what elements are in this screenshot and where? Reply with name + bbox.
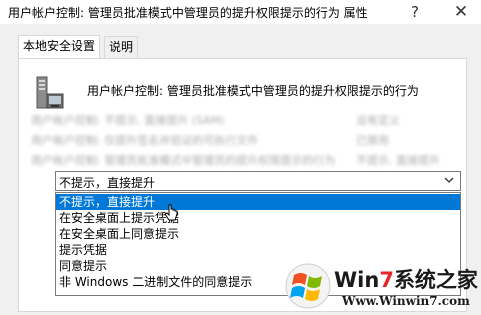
watermark-url: Www.Winwin7.com	[342, 294, 470, 308]
site-watermark: Win7系统之家 Www.Winwin7.com	[284, 262, 481, 315]
window-title: 用户帐户控制: 管理员批准模式中管理员的提升权限提示的行为 属性	[8, 6, 368, 20]
option-prompt-credentials[interactable]: 提示凭据	[56, 242, 460, 258]
option-prompt-credentials-secure-desktop[interactable]: 在安全桌面上提示凭据	[56, 210, 460, 226]
chevron-down-icon[interactable]	[444, 175, 454, 185]
policy-title: 用户帐户控制: 管理员批准模式中管理员的提升权限提示的行为	[87, 84, 419, 98]
title-bar: 用户帐户控制: 管理员批准模式中管理员的提升权限提示的行为 属性 ? ✕	[0, 0, 481, 24]
selected-value: 不提示，直接提升	[59, 176, 156, 190]
properties-dialog: 用户帐户控制: 管理员批准模式中管理员的提升权限提示的行为 属性 ? ✕ 本地安…	[0, 0, 481, 315]
brand-suffix: 系统之家	[393, 268, 478, 292]
behavior-select[interactable]: 不提示，直接提升	[55, 171, 461, 191]
mouse-pointer-icon	[164, 204, 178, 221]
policy-name: 用户帐户控制: 不提示, 直接提升 (SAM)	[31, 114, 225, 127]
policy-setting: 不提示, 直接提升	[356, 154, 440, 167]
close-button[interactable]: ✕	[451, 2, 471, 22]
list-item: 用户帐户控制: 仅提升签名并验证的可执行文件 已禁用	[31, 131, 451, 151]
policy-setting: 已禁用	[356, 134, 389, 147]
option-prompt-consent-secure-desktop[interactable]: 在安全桌面上同意提示	[56, 226, 460, 242]
brand-number: 7	[379, 268, 394, 292]
brand-prefix: Win	[334, 268, 380, 292]
help-button[interactable]: ?	[405, 2, 425, 22]
policy-name: 用户帐户控制: 仅提升签名并验证的可执行文件	[31, 134, 259, 147]
policy-name: 用户帐户控制: 管理员批准模式中管理员的提升权限提示的行为	[31, 154, 336, 167]
list-item: 用户帐户控制: 不提示, 直接提升 (SAM) 没有定义	[31, 111, 451, 131]
policy-server-icon	[36, 76, 64, 109]
watermark-brand: Win7系统之家	[334, 264, 478, 294]
tab-explain[interactable]: 说明	[104, 36, 139, 58]
background-policy-list: 用户帐户控制: 不提示, 直接提升 (SAM) 没有定义 用户帐户控制: 仅提升…	[31, 111, 451, 171]
option-no-prompt-elevate[interactable]: 不提示，直接提升	[56, 194, 460, 210]
list-item: 用户帐户控制: 管理员批准模式中管理员的提升权限提示的行为 不提示, 直接提升	[31, 151, 451, 171]
tab-local-security-setting[interactable]: 本地安全设置	[18, 35, 101, 59]
windows-flag-logo-icon	[285, 263, 331, 309]
policy-setting: 没有定义	[356, 114, 400, 127]
